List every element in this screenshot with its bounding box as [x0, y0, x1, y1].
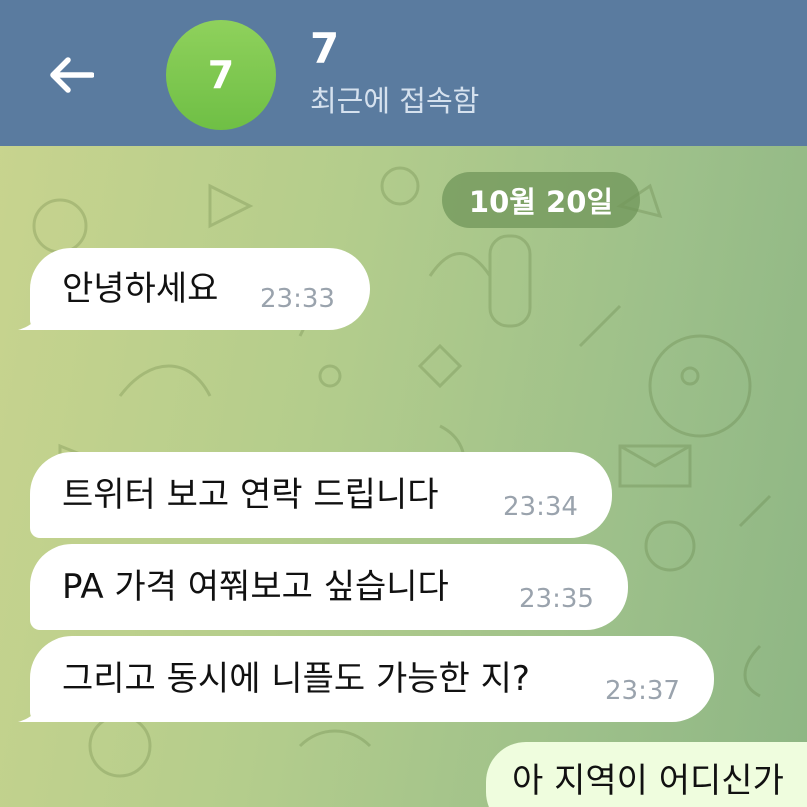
- contact-avatar[interactable]: 7: [166, 20, 276, 130]
- avatar-initial: 7: [207, 53, 235, 97]
- message-time: 23:37: [605, 676, 680, 706]
- message-bubble-incoming[interactable]: PA 가격 여쭤보고 싶습니다 23:35: [30, 544, 628, 630]
- message-text: 안녕하세요: [62, 269, 219, 309]
- message-text: 그리고 동시에 니플도 가능한 지?: [62, 659, 530, 699]
- message-text: PA 가격 여쭤보고 싶습니다: [62, 567, 449, 607]
- message-text: 트위터 보고 연락 드립니다: [62, 475, 439, 515]
- message-bubble-incoming[interactable]: 트위터 보고 연락 드립니다 23:34: [30, 452, 612, 538]
- message-time: 23:34: [503, 492, 578, 522]
- bubble-tail: [18, 696, 44, 722]
- chat-screen: 7 7 최근에 접속함 10월 20일 안녕하세요 23:33 트위터 보고 연…: [0, 0, 807, 807]
- message-time: 23:35: [519, 584, 594, 614]
- message-bubble-outgoing[interactable]: 아 지역이 어디신가: [486, 742, 807, 807]
- message-bubble-incoming[interactable]: 그리고 동시에 니플도 가능한 지? 23:37: [18, 636, 714, 722]
- message-bubble-incoming[interactable]: 안녕하세요 23:33: [18, 248, 370, 330]
- contact-status: 최근에 접속함: [310, 84, 480, 118]
- date-separator: 10월 20일: [442, 172, 640, 228]
- arrow-left-icon: [50, 57, 94, 93]
- message-text: 아 지역이 어디신가: [512, 761, 784, 801]
- chat-header: 7 7 최근에 접속함: [0, 0, 807, 146]
- bubble-tail: [18, 304, 44, 330]
- contact-name[interactable]: 7: [310, 24, 339, 74]
- message-time: 23:33: [260, 284, 335, 314]
- back-button[interactable]: [40, 44, 102, 106]
